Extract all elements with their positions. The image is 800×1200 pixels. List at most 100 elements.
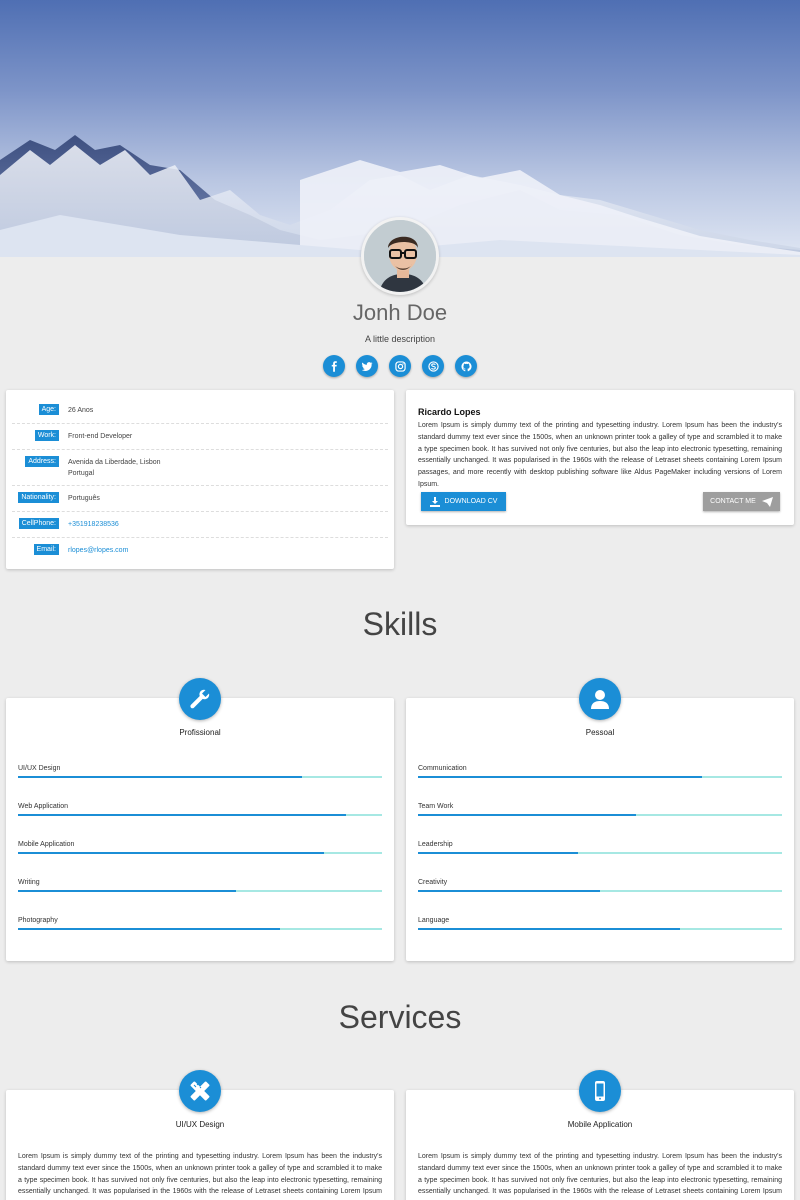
download-cv-button[interactable]: DOWNLOAD CV <box>421 492 506 511</box>
skill-bar-fill <box>18 814 346 816</box>
skill-bar <box>418 890 782 892</box>
profile-description: A little description <box>364 334 436 344</box>
services-title: Services <box>338 999 462 1035</box>
facebook-icon <box>331 360 337 372</box>
mobile-icon-badge <box>579 1070 621 1112</box>
service-heading: UI/UX Design <box>175 1120 225 1129</box>
skills-personal-heading: Pessoal <box>585 728 615 737</box>
email-link[interactable]: rlopes@rlopes.com <box>68 544 128 558</box>
info-label: Email: <box>33 544 59 555</box>
personal-info-card: Age: 26 Anos Work: Front-end Developer A… <box>6 390 394 569</box>
twitter-link[interactable] <box>356 355 378 377</box>
user-icon-badge <box>579 678 621 720</box>
facebook-link[interactable] <box>323 355 345 377</box>
skill-bar-fill <box>418 852 579 854</box>
info-value: 26 Anos <box>68 407 94 414</box>
skill-item: UI/UX Design <box>18 765 382 778</box>
skill-bar-fill <box>418 890 600 892</box>
github-icon <box>460 360 472 371</box>
skill-label: Photography <box>18 917 58 924</box>
skill-item: Mobile Application <box>18 841 382 854</box>
address-line-1: Avenida da Liberdade, Lisbon <box>68 459 161 466</box>
download-cv-label: DOWNLOAD CV <box>444 498 498 505</box>
skill-bar-fill <box>18 776 302 778</box>
download-icon <box>429 496 440 507</box>
skill-label: Leadership <box>418 841 453 848</box>
skill-bar <box>18 890 382 892</box>
skill-item: Leadership <box>418 841 782 854</box>
skills-title: Skills <box>362 606 438 642</box>
info-value: Português <box>68 495 100 502</box>
skill-label: Creativity <box>418 879 448 886</box>
skill-item: Communication <box>418 765 782 778</box>
info-row-nationality: Nationality: Português <box>12 486 388 512</box>
info-label: CellPhone: <box>18 518 59 529</box>
twitter-icon <box>361 361 373 371</box>
info-label: Age: <box>38 404 59 415</box>
service-text: Lorem Ipsum is simply dummy text of the … <box>418 1153 782 1196</box>
skill-bar <box>18 852 382 854</box>
skill-item: Language <box>418 917 782 930</box>
info-value: Avenida da Liberdade, Lisbon Portugal <box>68 456 161 479</box>
contact-me-label: CONTACT ME <box>710 498 756 505</box>
skill-bar-fill <box>18 852 324 854</box>
skill-label: UI/UX Design <box>18 765 61 772</box>
profile-name: Jonh Doe <box>352 300 448 325</box>
instagram-icon <box>394 360 406 372</box>
contact-me-button[interactable]: CONTACT ME <box>703 492 780 511</box>
skill-item: Photography <box>18 917 382 930</box>
skill-bar <box>418 852 782 854</box>
address-line-2: Portugal <box>68 470 95 477</box>
skill-bar <box>418 814 782 816</box>
service-card-uiux: UI/UX Design Lorem Ipsum is simply dummy… <box>6 1070 394 1200</box>
info-label: Nationality: <box>18 492 59 503</box>
pencil-ruler-icon-badge <box>179 1070 221 1112</box>
about-text: Lorem Ipsum is simply dummy text of the … <box>418 422 782 488</box>
skill-bar-fill <box>418 928 681 930</box>
info-row-cellphone: CellPhone: +351918238536 <box>12 512 388 538</box>
skills-professional-card: Profissional UI/UX Design Web Applicatio… <box>6 678 394 961</box>
social-links <box>0 355 800 377</box>
wrench-icon-badge <box>179 678 221 720</box>
github-link[interactable] <box>455 355 477 377</box>
pencil-ruler-icon <box>190 1081 210 1101</box>
skype-link[interactable] <box>422 355 444 377</box>
info-row-email: Email: rlopes@rlopes.com <box>12 538 388 564</box>
info-label: Address: <box>25 456 59 467</box>
instagram-link[interactable] <box>389 355 411 377</box>
skill-label: Writing <box>18 879 40 886</box>
info-label: Work: <box>34 430 59 441</box>
skill-bar-fill <box>18 928 281 930</box>
skill-label: Language <box>418 917 450 924</box>
skill-bar-fill <box>418 814 637 816</box>
skill-item: Creativity <box>418 879 782 892</box>
send-icon <box>761 496 773 507</box>
skill-bar <box>18 776 382 778</box>
wrench-icon <box>190 689 210 709</box>
user-icon <box>591 690 609 709</box>
about-name: Ricardo Lopes <box>418 407 481 417</box>
service-text: Lorem Ipsum is simply dummy text of the … <box>18 1153 382 1196</box>
about-card: Ricardo Lopes Lorem Ipsum is simply dumm… <box>406 390 794 525</box>
skills-personal-card: Pessoal Communication Team Work Leadersh… <box>406 678 794 961</box>
info-row-work: Work: Front-end Developer <box>12 424 388 450</box>
skill-label: Mobile Application <box>18 841 75 848</box>
skill-label: Communication <box>418 765 467 772</box>
skills-professional-heading: Profissional <box>179 728 221 737</box>
skill-item: Team Work <box>418 803 782 816</box>
skill-bar <box>418 928 782 930</box>
info-value: Front-end Developer <box>68 433 133 440</box>
info-row-age: Age: 26 Anos <box>12 398 388 424</box>
skill-item: Web Application <box>18 803 382 816</box>
skill-label: Web Application <box>18 803 69 810</box>
skill-bar-fill <box>18 890 237 892</box>
service-card-mobile: Mobile Application Lorem Ipsum is simply… <box>406 1070 794 1200</box>
phone-link[interactable]: +351918238536 <box>68 518 119 531</box>
skill-bar-fill <box>418 776 702 778</box>
skill-item: Writing <box>18 879 382 892</box>
service-heading: Mobile Application <box>567 1120 633 1129</box>
skill-bar <box>418 776 782 778</box>
skill-bar <box>18 928 382 930</box>
info-row-address: Address: Avenida da Liberdade, Lisbon Po… <box>12 450 388 486</box>
skype-icon <box>427 360 439 372</box>
